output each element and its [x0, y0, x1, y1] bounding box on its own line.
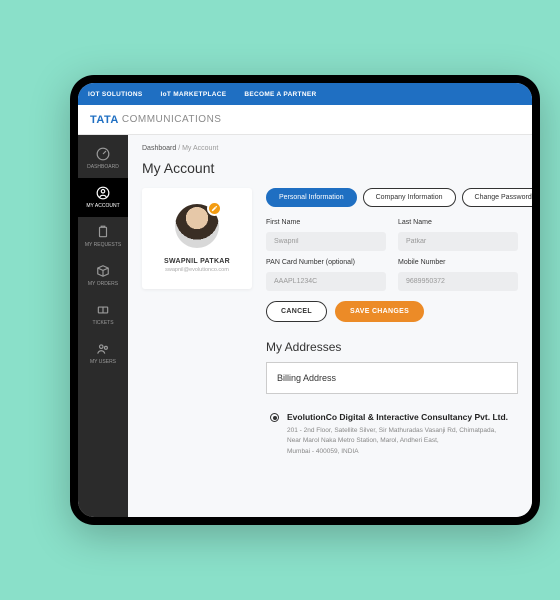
- address-line: Mumbai - 400059, INDIA: [287, 447, 514, 457]
- billing-address-card[interactable]: Billing Address: [266, 362, 518, 394]
- mobile-input[interactable]: [398, 272, 518, 291]
- sidebar-item-label: MY ORDERS: [88, 281, 118, 287]
- topnav-iot-solutions[interactable]: IOT SOLUTIONS: [88, 91, 142, 98]
- breadcrumb-root[interactable]: Dashboard: [142, 145, 176, 152]
- first-name-label: First Name: [266, 219, 386, 226]
- tablet-frame: IOT SOLUTIONS IoT MARKETPLACE BECOME A P…: [70, 75, 540, 525]
- pan-label: PAN Card Number (optional): [266, 259, 386, 266]
- top-nav: IOT SOLUTIONS IoT MARKETPLACE BECOME A P…: [78, 83, 532, 105]
- profile-email: swapnil@evolutionco.com: [165, 267, 229, 273]
- radio-selected[interactable]: [270, 413, 279, 422]
- clipboard-icon: [96, 225, 110, 239]
- address-line: Near Marol Naka Metro Station, Marol, An…: [287, 436, 514, 446]
- pan-input[interactable]: [266, 272, 386, 291]
- user-circle-icon: [96, 186, 110, 200]
- mobile-label: Mobile Number: [398, 259, 518, 266]
- sidebar-item-label: MY REQUESTS: [85, 242, 121, 248]
- sidebar-item-tickets[interactable]: TICKETS: [78, 295, 128, 334]
- address-option[interactable]: EvolutionCo Digital & Interactive Consul…: [266, 404, 518, 461]
- cancel-button[interactable]: CANCEL: [266, 301, 327, 322]
- pencil-icon: [211, 205, 218, 212]
- sidebar-item-my-users[interactable]: MY USERS: [78, 334, 128, 373]
- brand-bar: TATA COMMUNICATIONS: [78, 105, 532, 135]
- profile-card: SWAPNIL PATKAR swapnil@evolutionco.com: [142, 188, 252, 289]
- sidebar-item-dashboard[interactable]: DASHBOARD: [78, 139, 128, 178]
- users-icon: [96, 342, 110, 356]
- tab-change-password[interactable]: Change Password: [462, 188, 532, 207]
- first-name-input[interactable]: [266, 232, 386, 251]
- addresses-title: My Addresses: [266, 340, 518, 354]
- last-name-input[interactable]: [398, 232, 518, 251]
- sidebar-item-label: DASHBOARD: [87, 164, 119, 170]
- edit-avatar-button[interactable]: [207, 201, 222, 216]
- avatar: [175, 204, 219, 248]
- save-changes-button[interactable]: SAVE CHANGES: [335, 301, 424, 322]
- address-company-name: EvolutionCo Digital & Interactive Consul…: [287, 412, 514, 422]
- sidebar-item-my-requests[interactable]: MY REQUESTS: [78, 217, 128, 256]
- brand-tata: TATA: [90, 114, 119, 126]
- address-line: 201 - 2nd Floor, Satellite Silver, Sir M…: [287, 426, 514, 436]
- sidebar-item-my-account[interactable]: MY ACCOUNT: [78, 178, 128, 217]
- topnav-become-partner[interactable]: BECOME A PARTNER: [244, 91, 316, 98]
- tab-company-info[interactable]: Company Information: [363, 188, 456, 207]
- gauge-icon: [96, 147, 110, 161]
- profile-name: SWAPNIL PATKAR: [164, 258, 230, 265]
- main-content: Dashboard / My Account My Account SWAPNI…: [128, 135, 532, 517]
- page-title: My Account: [142, 160, 518, 176]
- sidebar-item-label: MY USERS: [90, 359, 116, 365]
- sidebar-item-label: TICKETS: [92, 320, 113, 326]
- breadcrumb: Dashboard / My Account: [142, 145, 518, 152]
- tab-personal-info[interactable]: Personal Information: [266, 188, 357, 207]
- last-name-label: Last Name: [398, 219, 518, 226]
- brand-communications: COMMUNICATIONS: [122, 114, 222, 125]
- tabs: Personal Information Company Information…: [266, 188, 518, 207]
- sidebar: DASHBOARD MY ACCOUNT MY REQUESTS: [78, 135, 128, 517]
- breadcrumb-current: My Account: [182, 145, 218, 152]
- screen: IOT SOLUTIONS IoT MARKETPLACE BECOME A P…: [78, 83, 532, 517]
- ticket-icon: [96, 303, 110, 317]
- sidebar-item-label: MY ACCOUNT: [86, 203, 119, 209]
- box-icon: [96, 264, 110, 278]
- sidebar-item-my-orders[interactable]: MY ORDERS: [78, 256, 128, 295]
- topnav-iot-marketplace[interactable]: IoT MARKETPLACE: [160, 91, 226, 98]
